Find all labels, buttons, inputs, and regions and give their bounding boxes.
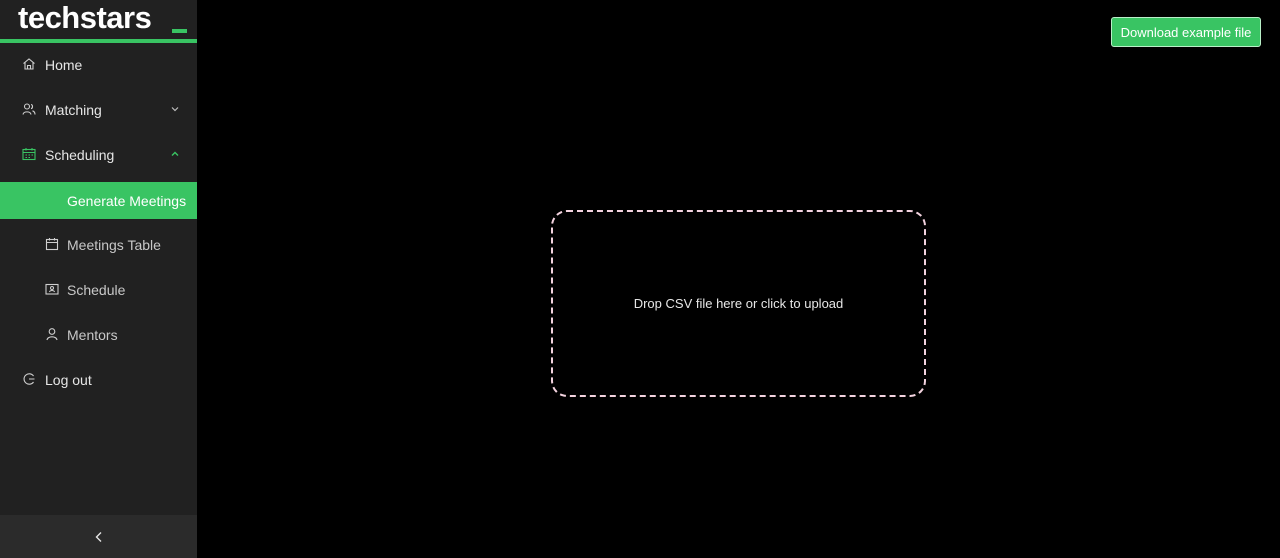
sidebar-item-logout[interactable]: Log out	[0, 361, 197, 398]
sidebar-collapse-button[interactable]	[0, 515, 197, 558]
sidebar-item-label: Scheduling	[45, 147, 115, 163]
logo-area: techstars	[0, 0, 197, 43]
users-icon	[22, 103, 36, 115]
app: techstars Home Matching Scheduling Gener…	[0, 0, 1280, 558]
logo: techstars	[18, 0, 152, 35]
chevron-up-icon	[171, 151, 179, 156]
sidebar-item-scheduling[interactable]: Scheduling	[0, 136, 197, 173]
calendar-icon	[22, 148, 36, 161]
sidebar-item-mentors[interactable]: Mentors	[0, 316, 197, 353]
sidebar-item-meetings-table[interactable]: Meetings Table	[0, 226, 197, 263]
home-icon	[23, 58, 35, 70]
sidebar-item-label: Generate Meetings	[67, 193, 187, 209]
calendar-icon	[45, 238, 59, 251]
logo-underscore	[172, 29, 187, 33]
dropzone-text: Drop CSV file here or click to upload	[633, 296, 844, 311]
user-icon	[46, 328, 58, 341]
csv-dropzone[interactable]: Drop CSV file here or click to upload	[551, 210, 926, 397]
contact-card-icon	[45, 283, 59, 295]
sidebar-item-matching[interactable]: Matching	[0, 91, 197, 128]
sidebar-item-home[interactable]: Home	[0, 46, 197, 83]
chevron-left-icon	[95, 531, 101, 542]
chevron-down-icon	[171, 107, 179, 112]
sidebar: techstars Home Matching Scheduling Gener…	[0, 0, 197, 558]
sidebar-item-label: Matching	[45, 102, 102, 118]
download-example-button[interactable]: Download example file	[1111, 17, 1261, 47]
sidebar-item-label: Log out	[45, 372, 92, 388]
logout-icon	[23, 373, 35, 385]
sidebar-item-label: Meetings Table	[67, 237, 161, 253]
sidebar-item-schedule[interactable]: Schedule	[0, 271, 197, 308]
sidebar-item-label: Home	[45, 57, 83, 73]
sidebar-item-label: Schedule	[67, 282, 126, 298]
sidebar-item-label: Mentors	[67, 327, 118, 343]
sidebar-item-generate-meetings[interactable]: Generate Meetings	[0, 182, 197, 219]
